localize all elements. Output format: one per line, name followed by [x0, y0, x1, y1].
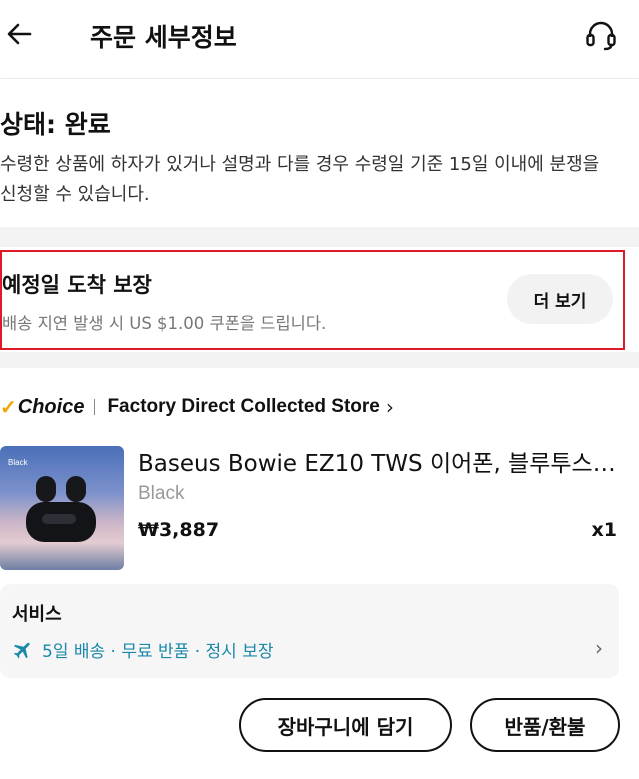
product-price: ₩3,887	[138, 519, 220, 541]
product-quantity: x1	[591, 519, 617, 541]
check-icon: ✓	[0, 396, 17, 419]
earbud-left-shape	[36, 476, 56, 502]
vertical-divider	[94, 399, 96, 415]
service-title: 서비스	[12, 604, 62, 625]
guarantee-description: 배송 지연 발생 시 US $1.00 쿠폰을 드립니다.	[2, 314, 327, 333]
headset-icon	[586, 21, 616, 51]
earbud-right-shape	[66, 476, 86, 502]
customer-support-button[interactable]	[583, 17, 619, 53]
chevron-right-icon: ›	[595, 636, 603, 660]
add-to-cart-button[interactable]: 장바구니에 담기	[239, 698, 452, 752]
page-title: 주문 세부정보	[90, 23, 237, 52]
choice-badge: ✓ Choice	[0, 395, 84, 420]
return-refund-button[interactable]: 반품/환불	[470, 698, 620, 752]
service-items-text: 5일 배송 · 무료 반품 · 정시 보장	[42, 642, 274, 662]
airplane-icon	[13, 642, 30, 658]
service-info-box[interactable]: 서비스 5일 배송 · 무료 반품 · 정시 보장 ›	[0, 584, 619, 678]
section-divider	[0, 227, 639, 247]
store-name: Factory Direct Collected Store	[107, 396, 380, 417]
case-slot-shape	[42, 514, 76, 524]
store-link[interactable]: ✓ Choice Factory Direct Collected Store …	[0, 392, 394, 422]
section-divider	[0, 352, 639, 368]
top-app-bar: 주문 세부정보	[0, 0, 639, 78]
product-thumbnail[interactable]: Black	[0, 446, 124, 570]
order-item-section: ✓ Choice Factory Direct Collected Store …	[0, 368, 639, 779]
service-items-row: 5일 배송 · 무료 반품 · 정시 보장	[12, 637, 274, 662]
status-description: 수령한 상품에 하자가 있거나 설명과 다를 경우 수령일 기준 15일 이내에…	[0, 154, 600, 205]
product-variant: Black	[138, 483, 185, 504]
chevron-right-icon: ›	[385, 395, 394, 419]
see-more-button[interactable]: 더 보기	[507, 274, 613, 324]
product-title[interactable]: Baseus Bowie EZ10 TWS 이어폰, 블루투스 5.3 무선 헤…	[138, 444, 618, 478]
delivery-guarantee-banner: 예정일 도착 보장 배송 지연 발생 시 US $1.00 쿠폰을 드립니다. …	[0, 250, 625, 350]
choice-label: Choice	[17, 395, 85, 418]
order-status-section: 상태: 완료 수령한 상품에 하자가 있거나 설명과 다를 경우 수령일 기준 …	[0, 79, 639, 227]
thumbnail-variant-label: Black	[8, 458, 28, 467]
guarantee-title: 예정일 도착 보장	[2, 273, 152, 297]
arrow-left-icon	[7, 23, 32, 45]
back-button[interactable]	[4, 18, 36, 50]
status-title: 상태: 완료	[0, 110, 111, 139]
